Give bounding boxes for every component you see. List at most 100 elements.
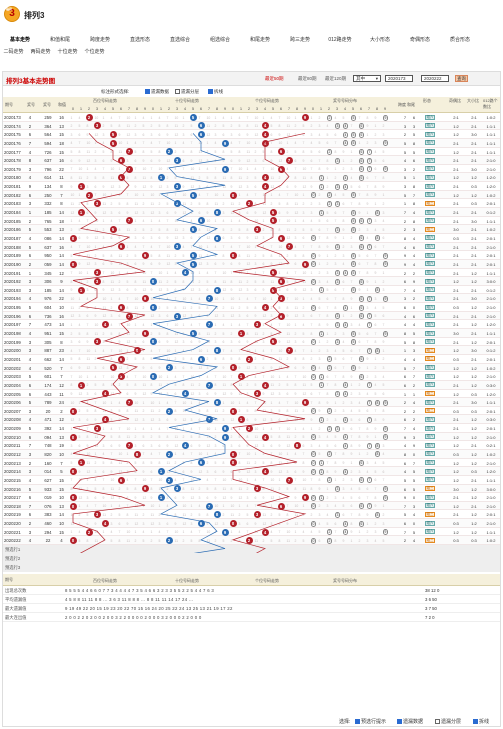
sum-cell: 22	[59, 166, 64, 172]
distribution-cell: 7	[334, 452, 337, 457]
omission-value: 6	[182, 262, 185, 267]
omission-value: 3	[150, 132, 153, 137]
nav-item-7[interactable]: 跨三走势	[280, 36, 320, 43]
opt-line[interactable]: 拆线	[208, 89, 223, 95]
bottom-opt-layer[interactable]: 遗漏分层	[435, 718, 461, 725]
omission-value: 4	[78, 530, 81, 535]
omission-value: 1	[270, 400, 273, 405]
checkbox-icon[interactable]	[355, 719, 360, 725]
omission-value: 7	[70, 167, 73, 172]
distribution-cell: 0	[310, 373, 317, 380]
omission-value: 11	[158, 279, 163, 284]
bottom-opt-predict[interactable]: 预选行提示	[355, 718, 386, 725]
distribution-cell: 7	[366, 477, 373, 484]
omission-value: 8	[222, 253, 225, 258]
nav-item-8[interactable]: 012路走势	[320, 36, 360, 43]
omission-value: 3	[222, 417, 225, 422]
omission-value: 4	[254, 271, 257, 276]
issue-cell: 2020205	[4, 391, 21, 397]
draw-ball: 0	[229, 252, 237, 260]
nav-item-9[interactable]: 大小形态	[360, 36, 400, 43]
predict-label: 预选行3	[5, 565, 21, 571]
omission-value: 1	[158, 400, 161, 405]
big-ratio-cell: 3:0	[471, 400, 477, 406]
form-badge: 组六	[425, 235, 435, 241]
omission-value: 8	[110, 357, 113, 362]
bottom-opt-omission[interactable]: 遗漏数据	[397, 718, 423, 725]
nav-item-11[interactable]: 质合形态	[440, 36, 480, 43]
nav-item-2[interactable]: 跨度走势	[80, 36, 120, 43]
omission-value: 3	[254, 366, 257, 371]
omission-value: 1	[78, 296, 81, 301]
draw-ball: 3	[253, 485, 261, 493]
omission-value: 9	[94, 210, 97, 215]
opt-omission[interactable]: 遗漏数据	[145, 89, 169, 95]
omission-value: 9	[150, 184, 153, 189]
omission-value: 7	[254, 504, 257, 509]
recent-80-link[interactable]: 最近80期	[298, 76, 317, 82]
range-select[interactable]: 其中 ▾	[353, 75, 381, 82]
nav-item-2-3[interactable]: 个位走势	[81, 48, 108, 55]
distribution-cell: 3	[382, 132, 385, 137]
bottom-opt-line[interactable]: 拆线	[473, 718, 489, 725]
omission-value: 3	[302, 314, 305, 319]
nav-item-5[interactable]: 组选综合	[200, 36, 240, 43]
checkbox-icon[interactable]	[435, 719, 440, 725]
checkbox-icon[interactable]	[175, 89, 180, 95]
big-ratio-cell: 1:2	[471, 460, 477, 466]
nav-item-6[interactable]: 和尾走势	[240, 36, 280, 43]
omission-value: 7	[150, 271, 153, 276]
bonus-cell: 2	[28, 123, 32, 129]
omission-value: 11	[198, 150, 203, 155]
issue-cell: 2020203	[4, 374, 21, 380]
date-from-input[interactable]: 2020173	[385, 75, 413, 82]
nav-item-2-0[interactable]: 二码走势	[0, 48, 27, 55]
omission-value: 4	[302, 530, 305, 535]
omission-value: 11	[70, 201, 75, 206]
draw-ball: 4	[261, 381, 269, 389]
distribution-cell: 5	[382, 383, 385, 388]
omission-value: 10	[246, 452, 251, 457]
issue-cell: 2020199	[4, 339, 21, 345]
predict-row[interactable]: 预选行3	[3, 563, 500, 573]
checkbox-icon[interactable]	[397, 719, 402, 725]
omission-value: 12	[302, 288, 307, 293]
nav-item-10[interactable]: 奇偶形态	[400, 36, 440, 43]
query-button[interactable]: 查询	[455, 75, 468, 82]
distribution-cell: 3	[358, 469, 361, 474]
recent-50-link[interactable]: 最近50期	[265, 76, 284, 82]
checkbox-icon[interactable]	[473, 719, 478, 725]
predict-row[interactable]: 预选行2	[3, 554, 500, 564]
form-badge: 组六	[425, 183, 435, 189]
nav-item-2-1[interactable]: 两码走势	[27, 48, 54, 55]
nav-item-2-2[interactable]: 十位走势	[54, 48, 81, 55]
issue-cell: 2020198	[4, 331, 21, 337]
omission-value: 10	[102, 504, 107, 509]
omission-value: 7	[246, 219, 249, 224]
nav-item-0[interactable]: 基本走势	[0, 36, 40, 43]
nav-item-1[interactable]: 和值和尾	[40, 36, 80, 43]
form-badge: 组六	[425, 399, 435, 405]
omission-value: 4	[190, 219, 193, 224]
checkbox-icon[interactable]	[208, 89, 213, 95]
distribution-cell: 6	[334, 366, 337, 371]
opt-layer[interactable]: 遗漏分层	[175, 89, 199, 95]
omission-value: 4	[254, 478, 257, 483]
omission-value: 1	[126, 348, 129, 353]
nav-item-4[interactable]: 直选综合	[160, 36, 200, 43]
omission-value: 3	[214, 340, 217, 345]
nav-item-3[interactable]: 直选形态	[120, 36, 160, 43]
omission-value: 10	[70, 193, 75, 198]
value-cell: 601	[44, 374, 52, 380]
omission-value: 4	[150, 141, 153, 146]
predict-row[interactable]: 预选行1	[3, 545, 500, 555]
checkbox-icon[interactable]	[145, 89, 150, 95]
omission-value: 1	[302, 193, 305, 198]
date-to-input[interactable]: 2020222	[421, 75, 449, 82]
table-row: 2020214 3 014 5 0 9 12 3 6 9 12 3 6 9 6 1 12 3 6 9 12 3 6 9 6 9 12…	[3, 467, 500, 476]
route-ratio-cell: 1:2:0	[486, 391, 496, 397]
recent-120-link[interactable]: 最近120期	[325, 76, 346, 82]
omission-value: 2	[94, 150, 97, 155]
omission-value: 2	[166, 383, 169, 388]
omission-value: 5	[190, 124, 193, 129]
